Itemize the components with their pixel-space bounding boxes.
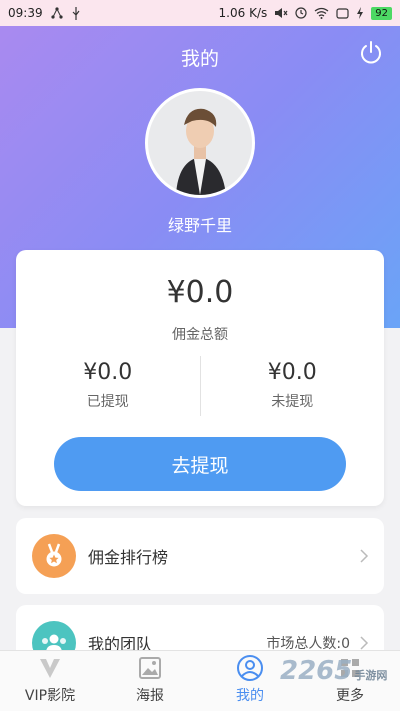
chevron-right-icon: [360, 549, 369, 563]
commission-card: ¥0.0 佣金总额 ¥0.0 已提现 ¥0.0 未提现 去提现: [16, 250, 384, 506]
image-icon: [139, 657, 161, 679]
total-commission-label: 佣金总额: [172, 327, 228, 343]
pending-stat: ¥0.0 未提现: [201, 354, 385, 418]
user-icon: [237, 655, 263, 681]
battery-level: 92: [371, 6, 392, 20]
pending-amount: ¥0.0: [267, 360, 317, 385]
tab-poster[interactable]: 海报: [100, 651, 200, 711]
withdrawn-amount: ¥0.0: [83, 360, 133, 385]
avatar[interactable]: [145, 88, 255, 198]
tab-label-poster: 海报: [136, 688, 164, 704]
withdrawn-label: 已提现: [86, 394, 129, 410]
status-bar: 09:39 1.06 K/s 92: [0, 0, 400, 26]
wifi-icon: [314, 7, 329, 19]
charging-icon: [357, 7, 364, 19]
avatar-image: [148, 91, 252, 195]
commission-stats: ¥0.0 已提现 ¥0.0 未提现: [16, 354, 384, 418]
commission-ranking-item[interactable]: 佣金排行榜: [16, 518, 384, 594]
usb-icon: [72, 6, 80, 20]
power-icon[interactable]: [358, 40, 384, 66]
watermark-logo: 2265 手游网: [280, 656, 388, 686]
withdraw-button[interactable]: 去提现: [54, 437, 346, 491]
medal-icon: [32, 534, 76, 578]
status-time: 09:39: [8, 6, 43, 20]
withdrawn-stat: ¥0.0 已提现: [16, 354, 200, 418]
tab-label-vip-cinema: VIP影院: [24, 688, 76, 704]
share-icon: [50, 7, 63, 19]
window-icon: [336, 7, 349, 19]
mute-icon: [275, 8, 288, 18]
alarm-icon: [295, 7, 307, 19]
pending-label: 未提现: [271, 394, 314, 410]
tab-label-mine: 我的: [236, 688, 264, 704]
v-logo-icon: [40, 659, 60, 678]
total-commission-amount: ¥0.0: [166, 275, 234, 310]
tab-label-more: 更多: [336, 688, 364, 704]
username: 绿野千里: [167, 216, 232, 235]
net-speed: 1.06 K/s: [218, 6, 268, 20]
commission-ranking-label: 佣金排行榜: [88, 548, 169, 567]
chevron-right-icon: [360, 636, 369, 650]
tab-vip-cinema[interactable]: VIP影院: [0, 651, 100, 711]
page-title: 我的: [180, 48, 219, 70]
